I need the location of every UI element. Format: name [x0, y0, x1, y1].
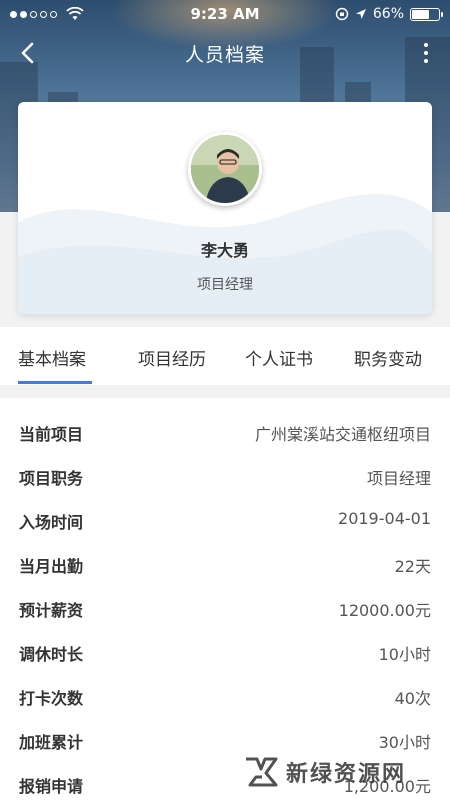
profile-card: 李大勇 项目经理: [18, 102, 432, 314]
signal-dot: [20, 10, 27, 18]
info-row-project-position: 项目职务 项目经理: [0, 454, 450, 498]
info-row-monthly-attendance: 当月出勤 22天: [0, 542, 450, 586]
signal-dot: [50, 10, 57, 18]
info-value: 广州棠溪站交通枢纽项目: [254, 425, 431, 444]
info-label: 打卡次数: [19, 689, 84, 708]
wifi-icon: [66, 7, 84, 20]
page-title: 人员档案: [184, 44, 265, 66]
info-label: 项目职务: [19, 469, 84, 488]
signal-strength: [10, 7, 170, 21]
person-name: 李大勇: [200, 241, 249, 260]
info-label: 预计薪资: [19, 601, 84, 620]
info-label: 入场时间: [19, 513, 84, 532]
info-label: 当月出勤: [19, 557, 84, 576]
person-role: 项目经理: [197, 277, 253, 293]
info-row-compensatory-leave: 调休时长 10小时: [0, 630, 450, 674]
signal-dot: [30, 10, 37, 18]
info-value: 40次: [394, 689, 431, 708]
tab-basic-profile[interactable]: 基本档案: [18, 345, 86, 370]
info-row-clock-ins: 打卡次数 40次: [0, 674, 450, 718]
more-vertical-icon[interactable]: [414, 38, 438, 68]
info-value: 12000.00元: [338, 601, 431, 620]
info-value: 2019-04-01: [338, 509, 431, 528]
info-value: 22天: [394, 557, 431, 576]
watermark-logo-icon: [246, 757, 278, 787]
active-tab-indicator: [18, 381, 92, 384]
info-label: 报销申请: [19, 777, 84, 796]
tab-certificates[interactable]: 个人证书: [245, 345, 313, 370]
signal-dot: [40, 10, 47, 18]
watermark-text: 新绿资源网: [286, 762, 407, 787]
info-label: 当前项目: [19, 425, 84, 444]
status-time: 9:23 AM: [190, 5, 260, 23]
orientation-lock-icon: [335, 7, 349, 21]
info-value: 项目经理: [366, 469, 431, 488]
info-label: 加班累计: [19, 733, 84, 752]
battery-percentage: 66%: [372, 6, 404, 22]
tab-position-changes[interactable]: 职务变动: [354, 345, 422, 370]
location-arrow-icon: [355, 9, 366, 19]
battery-level: [412, 9, 430, 19]
battery-icon: [410, 7, 443, 21]
info-row-current-project: 当前项目 广州棠溪站交通枢纽项目: [0, 410, 450, 454]
signal-dot: [10, 10, 17, 18]
info-list: 当前项目 广州棠溪站交通枢纽项目 项目职务 项目经理 入场时间 2019-04-…: [0, 398, 450, 800]
avatar[interactable]: [188, 132, 262, 206]
info-value: 10小时: [378, 645, 431, 664]
status-indicators: 66%: [280, 6, 443, 22]
tab-bar: 基本档案 项目经历 个人证书 职务变动: [0, 327, 450, 385]
info-label: 调休时长: [19, 645, 84, 664]
tab-project-experience[interactable]: 项目经历: [138, 345, 206, 370]
watermark: 新绿资源网: [242, 750, 442, 794]
navigation-bar: 人员档案: [0, 28, 450, 78]
info-row-expected-salary: 预计薪资 12000.00元: [0, 586, 450, 630]
info-row-entry-date: 入场时间 2019-04-01: [0, 498, 450, 542]
status-bar: 9:23 AM 66%: [0, 0, 450, 28]
